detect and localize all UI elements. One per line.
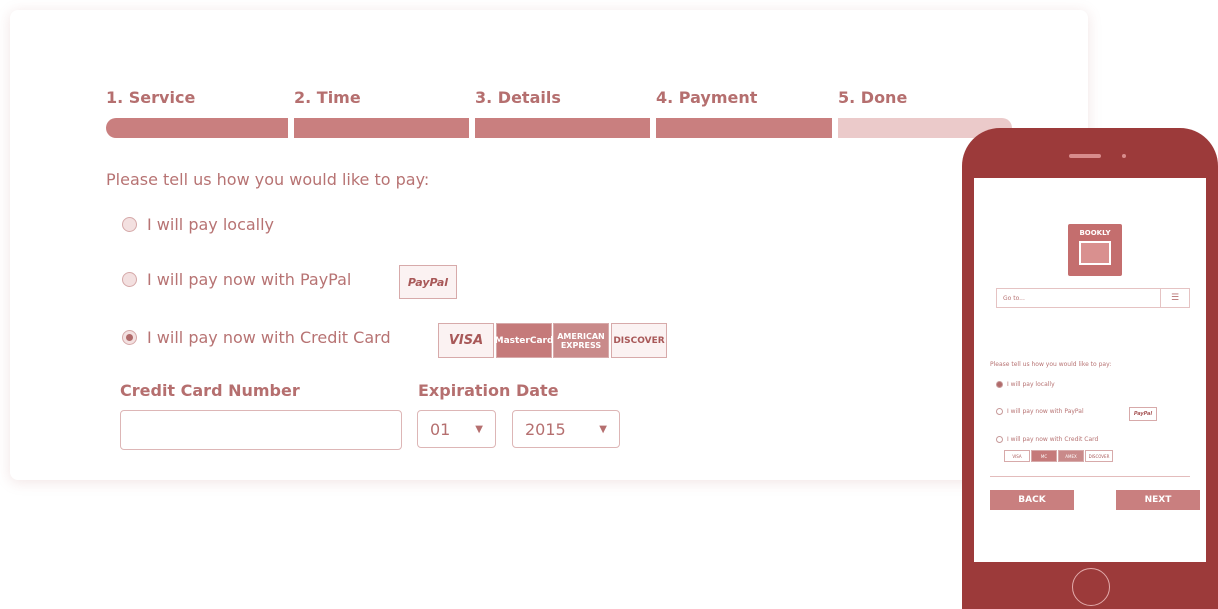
exp-year-select[interactable]: 2015 ▼ [512,410,620,448]
mobile-paypal-logo: PayPal [1129,407,1157,421]
step-payment-bar [656,118,832,138]
home-button[interactable] [1072,568,1110,606]
step-time-label: 2. Time [294,88,361,107]
mobile-next-button[interactable]: NEXT [1116,490,1200,510]
mobile-mastercard-logo: MC [1031,450,1057,462]
step-service-bar [106,118,288,138]
mobile-pay-paypal-label: I will pay now with PayPal [1007,408,1084,415]
exp-month-value: 01 [430,419,451,439]
mobile-pay-card-label: I will pay now with Credit Card [1007,436,1099,443]
progress-steps: 1. Service 2. Time 3. Details 4. Payment… [106,88,1012,138]
step-time-bar [294,118,469,138]
mobile-back-button[interactable]: BACK [990,490,1074,510]
mobile-nav-select[interactable]: Go to... ☰ [996,288,1190,308]
exp-year-value: 2015 [525,419,566,439]
pay-locally-radio[interactable] [122,217,137,232]
step-done-label: 5. Done [838,88,908,107]
pay-credit-card-label: I will pay now with Credit Card [147,328,391,347]
amex-logo: AMERICAN EXPRESS [553,323,609,358]
payment-prompt: Please tell us how you would like to pay… [106,170,430,189]
exp-month-select[interactable]: 01 ▼ [417,410,496,448]
mobile-pay-locally-radio[interactable] [996,381,1003,388]
chevron-down-icon: ▼ [599,423,607,435]
cc-number-input[interactable] [120,410,402,450]
calendar-icon [1079,241,1111,265]
discover-logo: DISCOVER [611,323,667,358]
camera-icon [1122,154,1126,158]
paypal-logo: PayPal [399,265,457,299]
pay-paypal-label: I will pay now with PayPal [147,270,352,289]
pay-locally-option[interactable]: I will pay locally [122,215,274,234]
pay-locally-label: I will pay locally [147,215,275,234]
expiration-date-label: Expiration Date [418,381,559,400]
mastercard-logo: MasterCard [495,323,553,358]
mobile-pay-paypal-radio[interactable] [996,408,1003,415]
pay-paypal-option[interactable]: I will pay now with PayPal [122,270,351,289]
mobile-payment-prompt: Please tell us how you would like to pay… [990,361,1112,368]
mobile-pay-card-option[interactable]: I will pay now with Credit Card [996,436,1098,443]
pay-credit-card-radio[interactable] [122,330,137,345]
mobile-amex-logo: AMEX [1058,450,1084,462]
bookly-logo: BOOKLY [1068,224,1122,276]
mobile-visa-logo: VISA [1004,450,1030,462]
step-service-label: 1. Service [106,88,196,107]
bookly-logo-text: BOOKLY [1079,229,1111,237]
step-payment-label: 4. Payment [656,88,758,107]
phone-screen: BOOKLY Go to... ☰ Please tell us how you… [974,178,1206,562]
mobile-pay-card-radio[interactable] [996,436,1003,443]
step-details-label: 3. Details [475,88,561,107]
mobile-divider [990,476,1190,477]
visa-logo: VISA [438,323,494,358]
mobile-pay-locally-option[interactable]: I will pay locally [996,381,1055,388]
mobile-nav-placeholder: Go to... [1003,294,1025,302]
chevron-down-icon: ▼ [475,423,483,435]
mobile-discover-logo: DISCOVER [1085,450,1113,462]
pay-paypal-radio[interactable] [122,272,137,287]
hamburger-icon[interactable]: ☰ [1160,289,1189,307]
pay-credit-card-option[interactable]: I will pay now with Credit Card [122,328,391,347]
mobile-pay-locally-label: I will pay locally [1007,381,1055,388]
step-details-bar [475,118,650,138]
speaker-icon [1069,154,1101,158]
cc-number-label: Credit Card Number [120,381,300,400]
phone-mockup: BOOKLY Go to... ☰ Please tell us how you… [962,128,1218,609]
mobile-pay-paypal-option[interactable]: I will pay now with PayPal [996,408,1084,415]
